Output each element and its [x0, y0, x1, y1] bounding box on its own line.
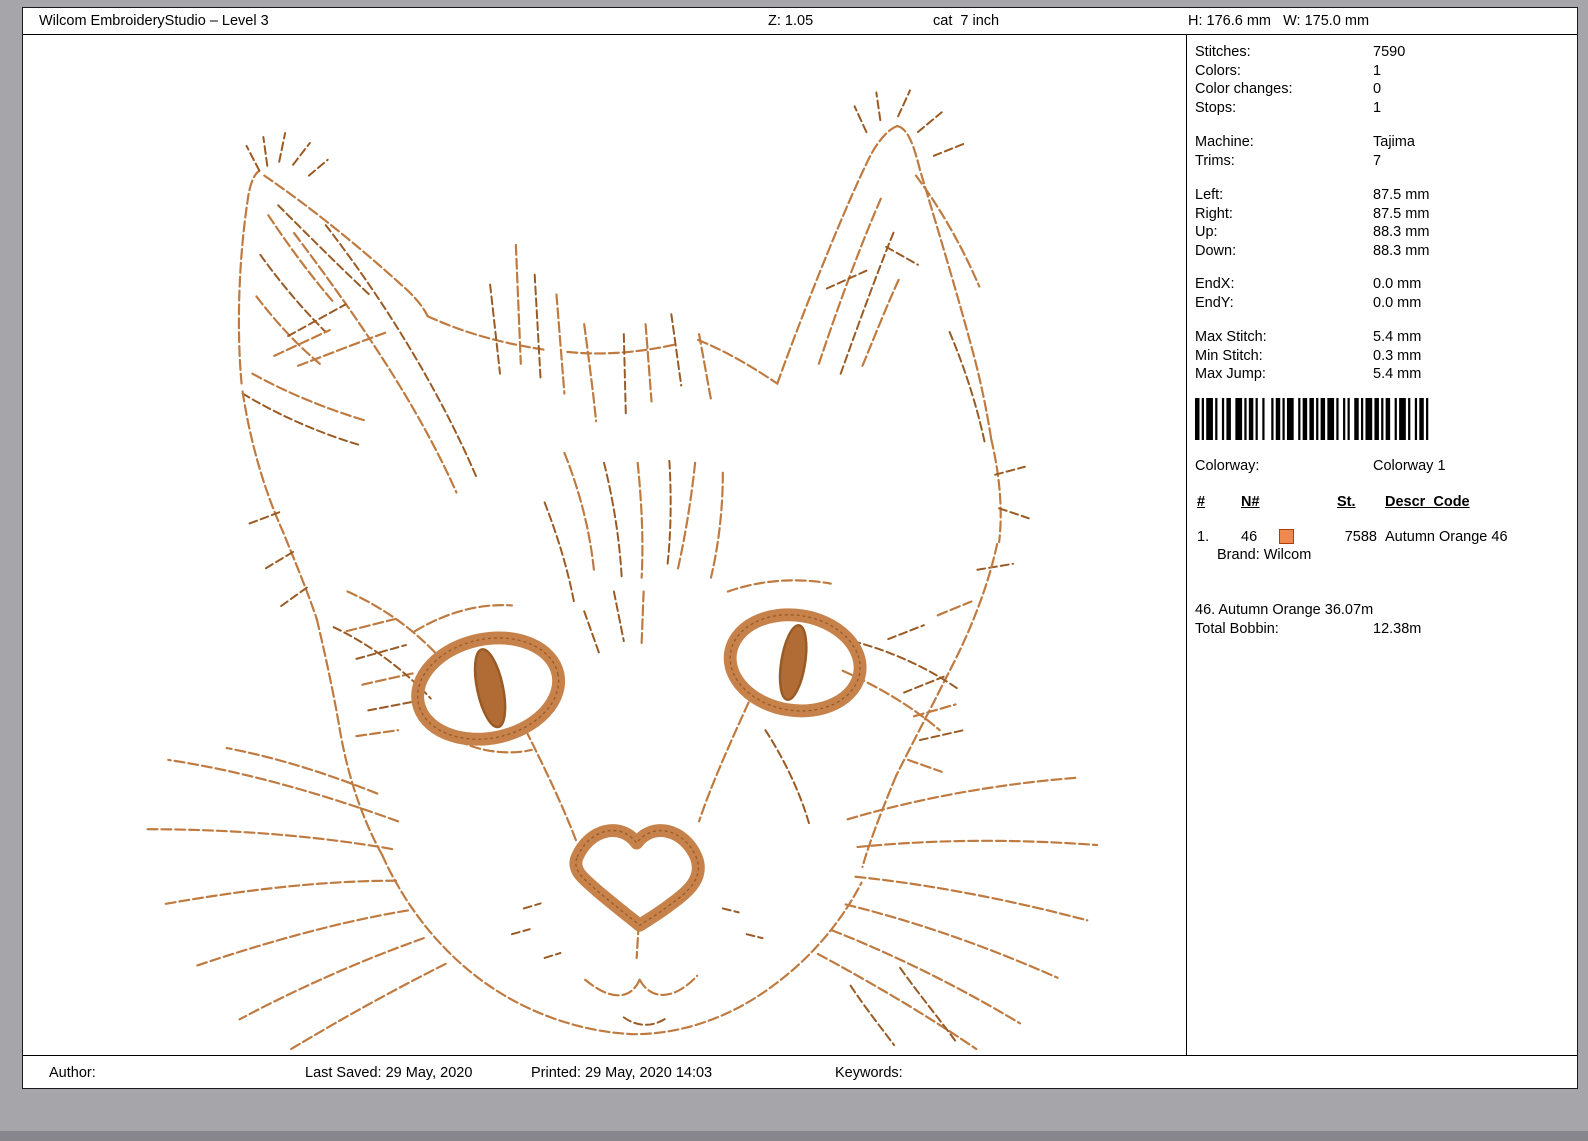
- color-swatch: [1279, 529, 1294, 544]
- bobbin-label: Total Bobbin:: [1195, 620, 1279, 637]
- col-header-descr: Descr_Code: [1385, 494, 1470, 510]
- zoom-level: Z: 1.05: [768, 13, 814, 29]
- stat-row: Color changes: 0: [1195, 80, 1567, 99]
- stat-row: Colors: 1: [1195, 62, 1567, 81]
- stat-value: 1: [1373, 62, 1382, 79]
- stat-value: 88.3 mm: [1373, 242, 1430, 259]
- stats-group-machine: Machine: Tajima Trims: 7: [1195, 133, 1567, 170]
- thread-row-n: 46: [1241, 529, 1258, 545]
- preview-header: Wilcom EmbroideryStudio – Level 3 Z: 1.0…: [23, 8, 1577, 35]
- stat-label: Min Stitch:: [1195, 347, 1263, 364]
- stat-label: Trims:: [1195, 152, 1235, 169]
- bobbin-row: Total Bobbin: 12.38m: [1195, 620, 1567, 639]
- stat-label: Left:: [1195, 187, 1224, 203]
- stats-group-stitchlen: Max Stitch: 5.4 mm Min Stitch: 0.3 mm Max …: [1195, 328, 1567, 384]
- author-label: Author:: [49, 1065, 96, 1081]
- col-header-n: N#: [1241, 494, 1260, 510]
- thread-brand: Brand: Wilcom: [1217, 547, 1312, 563]
- right-eye: [723, 608, 867, 718]
- stat-label: Max Jump:: [1195, 366, 1266, 382]
- stat-row: EndY: 0.0 mm: [1195, 294, 1567, 313]
- design-name: cat 7 inch: [933, 13, 1000, 29]
- stats-panel: Stitches: 7590 Colors: 1 Color changes: 0 S…: [1186, 35, 1577, 1055]
- stat-row: Up: 88.3 mm: [1195, 223, 1567, 242]
- keywords-label: Keywords:: [835, 1065, 903, 1081]
- thread-row-st: 7588: [1344, 529, 1377, 545]
- stat-row: EndX: 0.0 mm: [1195, 275, 1567, 294]
- stat-row: Trims: 7: [1195, 152, 1567, 171]
- thread-row-descr: Autumn Orange 46: [1385, 529, 1508, 545]
- cat-embroidery-design: [145, 89, 1099, 1051]
- stat-row: Max Stitch: 5.4 mm: [1195, 328, 1567, 347]
- stat-value: 7590: [1373, 44, 1406, 60]
- thread-row-num: 1.: [1197, 529, 1210, 545]
- stat-row: Stitches: 7590: [1195, 43, 1567, 62]
- barcode: [1195, 397, 1435, 440]
- app-title: Wilcom EmbroideryStudio – Level 3: [39, 13, 269, 29]
- stat-label: Max Stitch:: [1195, 329, 1267, 345]
- design-canvas: [23, 35, 1186, 1055]
- col-header-st: St.: [1337, 494, 1356, 510]
- preview-footer: Author: Last Saved: 29 May, 2020 Printed…: [23, 1055, 1577, 1088]
- colorway-label: Colorway:: [1195, 457, 1260, 474]
- stat-label: EndY:: [1195, 294, 1234, 311]
- design-dimensions: H: 176.6 mm W: 175.0 mm: [1188, 13, 1370, 29]
- thread-usage: 46. Autumn Orange 36.07m: [1195, 602, 1374, 618]
- window-edge: [0, 1131, 1588, 1141]
- stat-label: Up:: [1195, 224, 1218, 240]
- stat-label: Down:: [1195, 242, 1237, 259]
- stat-value: 5.4 mm: [1373, 366, 1422, 382]
- stat-label: Stops:: [1195, 99, 1237, 116]
- last-saved-label: Last Saved: 29 May, 2020: [305, 1065, 473, 1081]
- colorway-row: Colorway: Colorway 1: [1195, 457, 1567, 476]
- printed-label: Printed: 29 May, 2020 14:03: [531, 1065, 713, 1081]
- stat-value: 0.3 mm: [1373, 347, 1422, 364]
- stat-value: 87.5 mm: [1373, 187, 1430, 203]
- stat-value: 0: [1373, 81, 1382, 97]
- col-header-num: #: [1197, 494, 1206, 510]
- stat-value: 0.0 mm: [1373, 294, 1422, 311]
- stat-value: 1: [1373, 99, 1382, 116]
- stats-group-extents: Left: 87.5 mm Right: 87.5 mm Up: 88.3 mm Do…: [1195, 186, 1567, 260]
- stat-row: Left: 87.5 mm: [1195, 186, 1567, 205]
- stats-group-end: EndX: 0.0 mm EndY: 0.0 mm: [1195, 275, 1567, 312]
- stat-label: Stitches:: [1195, 44, 1251, 60]
- stat-value: 5.4 mm: [1373, 329, 1422, 345]
- left-eye: [411, 631, 566, 746]
- nose: [569, 824, 705, 932]
- stat-label: Color changes:: [1195, 81, 1293, 97]
- stat-row: Right: 87.5 mm: [1195, 205, 1567, 224]
- stat-label: Colors:: [1195, 62, 1241, 79]
- stat-label: EndX:: [1195, 276, 1235, 292]
- stat-row: Machine: Tajima: [1195, 133, 1567, 152]
- bobbin-value: 12.38m: [1373, 620, 1422, 637]
- stat-value: Tajima: [1373, 134, 1415, 150]
- stat-value: 7: [1373, 152, 1382, 169]
- stat-row: Min Stitch: 0.3 mm: [1195, 347, 1567, 366]
- barcode-svg: [1195, 397, 1429, 440]
- stat-row: Stops: 1: [1195, 99, 1567, 118]
- print-preview-page: Wilcom EmbroideryStudio – Level 3 Z: 1.0…: [22, 7, 1578, 1089]
- thread-table: # N# St. Descr_Code 1. 46 7588 Autumn Or…: [1195, 493, 1567, 583]
- stat-label: Machine:: [1195, 134, 1254, 150]
- stat-value: 0.0 mm: [1373, 276, 1422, 292]
- stat-row: Max Jump: 5.4 mm: [1195, 365, 1567, 384]
- stat-row: Down: 88.3 mm: [1195, 242, 1567, 261]
- stat-value: 88.3 mm: [1373, 224, 1430, 240]
- stat-label: Right:: [1195, 205, 1233, 222]
- stat-value: 87.5 mm: [1373, 205, 1430, 222]
- stats-group-counts: Stitches: 7590 Colors: 1 Color changes: 0 S…: [1195, 43, 1567, 117]
- colorway-value: Colorway 1: [1373, 457, 1446, 474]
